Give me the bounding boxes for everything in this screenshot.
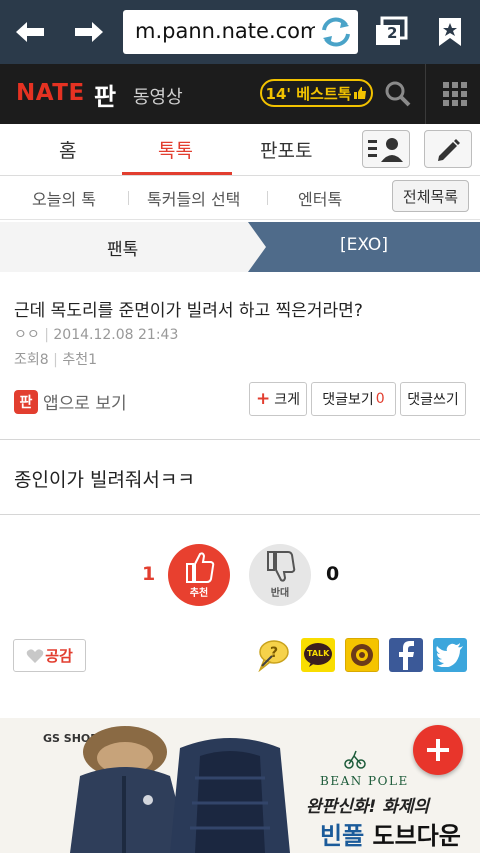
enlarge-button[interactable]: + 크게 (249, 382, 307, 416)
thumbs-up-icon (354, 87, 367, 99)
speech-bubble-icon: ? (258, 640, 289, 672)
sub-tabs: 오늘의 톡 톡커들의 선택 엔터톡 전체목록 (0, 176, 480, 220)
refresh-icon[interactable] (318, 15, 354, 53)
search-icon[interactable] (384, 80, 412, 112)
tab-home[interactable]: 홈 (59, 136, 76, 163)
all-list-button[interactable]: 전체목록 (392, 180, 469, 212)
meta-separator: | (53, 352, 63, 368)
bookmark-button[interactable] (425, 8, 475, 56)
bicycle-logo-icon (344, 750, 366, 769)
url-bar[interactable]: m.pann.nate.com/ (123, 10, 358, 54)
recommend-count: 1 (88, 352, 97, 368)
best-talk-badge[interactable]: 14' 베스트톡 (260, 79, 373, 107)
url-text[interactable]: m.pann.nate.com/ (135, 19, 315, 43)
tab-panphoto[interactable]: 판포토 (260, 136, 312, 163)
post-author: ㅇㅇ (14, 327, 40, 343)
recommend-label: 추천 (62, 352, 89, 368)
facebook-share-button[interactable] (389, 638, 423, 672)
divider (0, 439, 480, 440)
write-comment-button[interactable]: 댓글쓰기 (400, 382, 466, 416)
tab-talk[interactable]: 톡톡 (158, 136, 193, 163)
kakaotalk-share-button[interactable]: TALK (301, 638, 335, 672)
thumbs-up-icon (186, 552, 215, 583)
empathy-button[interactable]: 공감 (13, 639, 86, 672)
ad-headline-1: 완판신화! 화제의 (306, 797, 430, 817)
downvote-label: 반대 (270, 588, 290, 599)
main-tabs: 홈 톡톡 판포토 (0, 124, 480, 176)
post-meta-stats: 조회8 | 추천1 (14, 349, 97, 369)
enlarge-label: 크게 (274, 392, 300, 408)
user-list-icon (368, 138, 403, 162)
write-button[interactable] (424, 130, 472, 168)
nate-logo[interactable]: NATE (16, 80, 85, 106)
arrow-right-icon (75, 22, 103, 42)
active-tab-indicator (122, 172, 232, 175)
divider (128, 191, 129, 205)
category-arrow-shape (248, 222, 480, 272)
heart-icon (26, 648, 44, 663)
browser-toolbar: m.pann.nate.com/ 2 (0, 0, 480, 64)
post-meta-author: ㅇㅇ | 2014.12.08 21:43 (14, 324, 178, 344)
upvote-button[interactable]: 추천 (168, 544, 230, 606)
ad-jacket-image (70, 726, 290, 853)
divider (425, 64, 426, 124)
plus-icon: + (255, 389, 271, 409)
post-body: 종인이가 빌려줘서ㅋㅋ (14, 469, 195, 491)
post-date: 2014.12.08 21:43 (53, 327, 179, 343)
divider (0, 514, 480, 515)
ad-headline-2b: 도브다운 (364, 822, 461, 850)
nate-header: NATE 판 동영상 14' 베스트톡 (0, 64, 480, 124)
tab-count: 2 (387, 24, 398, 42)
view-comments-label: 댓글보기 (322, 392, 374, 408)
app-view-link[interactable]: 판 앱으로 보기 (14, 389, 127, 414)
upvote-count: 1 (142, 563, 156, 585)
twitter-share-button[interactable] (433, 638, 467, 672)
subtab-talker-choice[interactable]: 톡커들의 선택 (147, 186, 240, 210)
plus-icon (427, 739, 449, 761)
pan-logo[interactable]: 판 (94, 77, 116, 112)
ad-headline-2: 빈폴 도브다운 (320, 816, 461, 851)
kakaostory-share-button[interactable] (345, 638, 379, 672)
views-label: 조회 (14, 352, 40, 368)
empathy-label: 공감 (45, 647, 73, 665)
subtab-entertain[interactable]: 엔터톡 (298, 186, 342, 210)
twitter-bird-icon (436, 643, 463, 667)
video-link[interactable]: 동영상 (133, 83, 183, 109)
back-button[interactable] (5, 8, 55, 56)
my-page-button[interactable] (362, 130, 410, 168)
view-comments-button[interactable]: 댓글보기 0 (311, 382, 396, 416)
kakaotalk-label: TALK (307, 649, 330, 658)
ad-brand: BEAN POLE (320, 774, 409, 788)
pan-app-icon: 판 (14, 389, 38, 414)
category-fantalk-label[interactable]: 팬톡 (107, 235, 138, 260)
tabs-button[interactable]: 2 (367, 8, 417, 56)
divider (267, 191, 268, 205)
grid-menu-icon[interactable] (443, 82, 467, 110)
subtab-today[interactable]: 오늘의 톡 (32, 186, 96, 210)
category-exo-label[interactable]: [EXO] (340, 235, 388, 255)
svg-text:?: ? (270, 645, 278, 661)
downvote-button[interactable]: 반대 (249, 544, 311, 606)
comments-count: 0 (375, 391, 385, 407)
best-talk-label: 14' 베스트톡 (265, 84, 352, 103)
thumbs-down-icon (267, 551, 296, 582)
bookmark-star-icon (439, 18, 461, 46)
meta-separator: | (44, 327, 54, 343)
ad-banner[interactable]: GS SHOP BEAN POLE 완판신화! 화제의 빈폴 도브다운 (0, 718, 480, 853)
floating-plus-button[interactable] (413, 725, 463, 775)
share-memo-button[interactable]: ? (256, 638, 290, 672)
facebook-icon (399, 641, 414, 670)
forward-button[interactable] (64, 8, 114, 56)
arrow-left-icon (16, 22, 44, 42)
upvote-label: 추천 (189, 588, 209, 599)
write-comment-label: 댓글쓰기 (407, 392, 459, 408)
kakaostory-icon (351, 644, 373, 666)
app-view-label: 앱으로 보기 (43, 394, 127, 414)
ad-headline-2a: 빈폴 (320, 822, 365, 850)
post-title: 근데 목도리를 준면이가 빌려서 하고 찍은거라면? (14, 301, 363, 321)
pencil-icon (438, 139, 460, 161)
category-bar: 팬톡 [EXO] (0, 222, 480, 272)
views-count: 8 (39, 352, 49, 368)
downvote-count: 0 (326, 563, 340, 585)
